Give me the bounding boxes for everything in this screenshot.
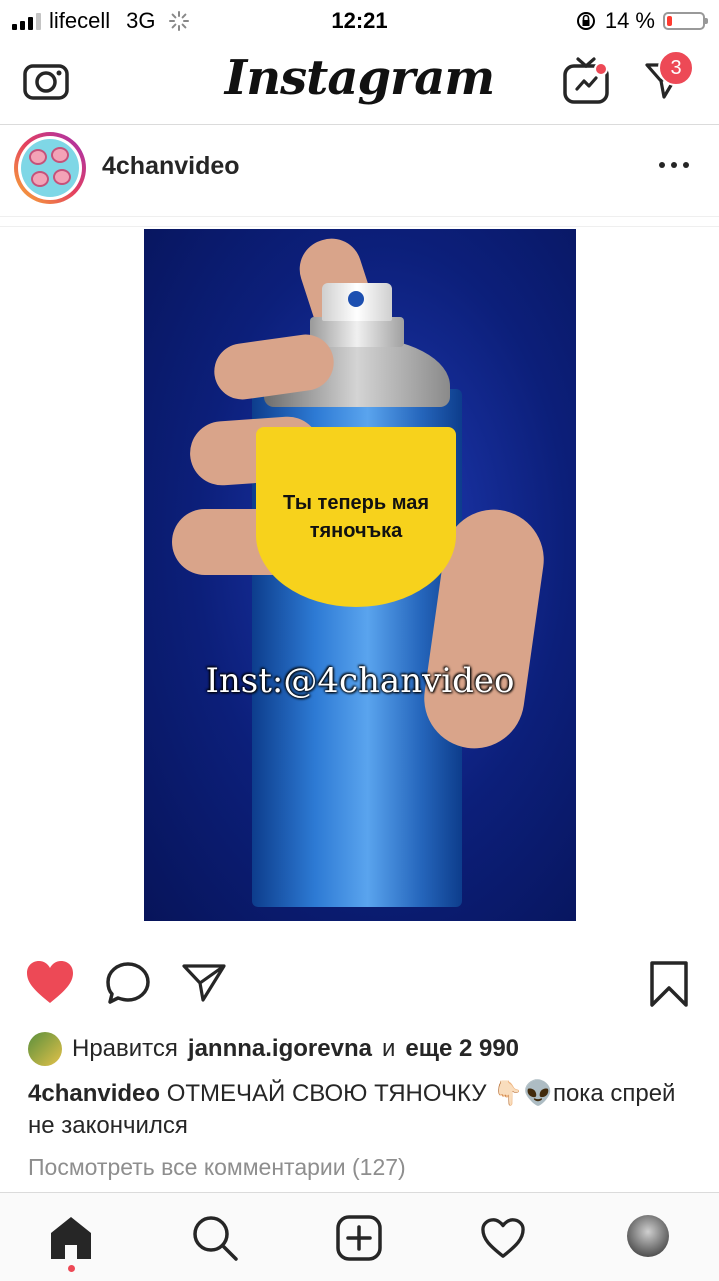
profile-tab-avatar[interactable] [627,1215,669,1257]
post-username[interactable]: 4chanvideo [102,152,240,181]
post-image[interactable]: Ты теперь мая тяночъка Inst:@4chanvideo [144,229,576,921]
battery-percent: 14 % [604,8,655,33]
comment-bubble-icon [106,962,150,1004]
view-all-comments-link[interactable]: Посмотреть все комментарии (127) [28,1154,406,1181]
status-bar: lifecell 3G 12:21 14 % [0,0,719,40]
comment-button[interactable] [104,960,152,1006]
home-active-dot [68,1265,75,1272]
caption-username[interactable]: 4chanvideo [28,1080,160,1107]
post-header: 4chanvideo [0,124,719,217]
add-post-icon [336,1215,382,1261]
likes-summary[interactable]: Нравится jannna.igorevna и еще 2 990 [28,1032,519,1066]
paper-plane-icon [182,964,226,1002]
home-icon [51,1217,91,1259]
direct-messages-button[interactable]: 3 [642,50,694,102]
status-right: 14 % [575,8,708,34]
post-image-area[interactable]: Ты теперь мая тяночъка Inst:@4chanvideo [0,226,719,921]
likes-others[interactable]: еще 2 990 [405,1035,519,1063]
post-caption: 4chanvideo ОТМЕЧАЙ СВОЮ ТЯНОЧКУ 👇🏻👽пока … [28,1078,698,1142]
likes-prefix: Нравится [72,1035,178,1062]
user-avatar[interactable] [14,132,86,204]
igtv-icon [563,57,609,104]
like-button[interactable] [24,958,76,1006]
likes-user[interactable]: jannna.igorevna [188,1035,372,1063]
battery-icon [663,12,708,30]
spray-can-cap [322,283,392,321]
search-tab[interactable] [190,1213,240,1263]
bottom-nav [0,1192,719,1281]
search-icon [193,1216,238,1261]
direct-badge: 3 [658,50,694,86]
add-post-tab[interactable] [334,1213,384,1263]
instagram-logo: Instagram [224,50,495,106]
avatar-image [21,139,79,197]
save-button[interactable] [646,958,692,1010]
bookmark-icon [650,961,688,1007]
post-actions [0,950,719,1020]
rotation-lock-icon [576,12,595,30]
home-tab[interactable] [46,1213,96,1263]
more-dots-icon[interactable] [659,162,689,168]
top-nav: Instagram 3 [0,40,719,125]
liker-avatar [28,1032,62,1066]
can-label-text: Ты теперь мая тяночъка [282,492,430,542]
heart-filled-icon [27,961,73,1003]
activity-tab[interactable] [478,1215,528,1261]
likes-connector: и [381,1035,396,1062]
share-button[interactable] [180,960,228,1004]
heart-outline-icon [481,1218,525,1258]
can-label: Ты теперь мая тяночъка [256,427,456,607]
igtv-button[interactable] [562,54,610,106]
image-watermark: Inst:@4chanvideo [205,661,515,701]
